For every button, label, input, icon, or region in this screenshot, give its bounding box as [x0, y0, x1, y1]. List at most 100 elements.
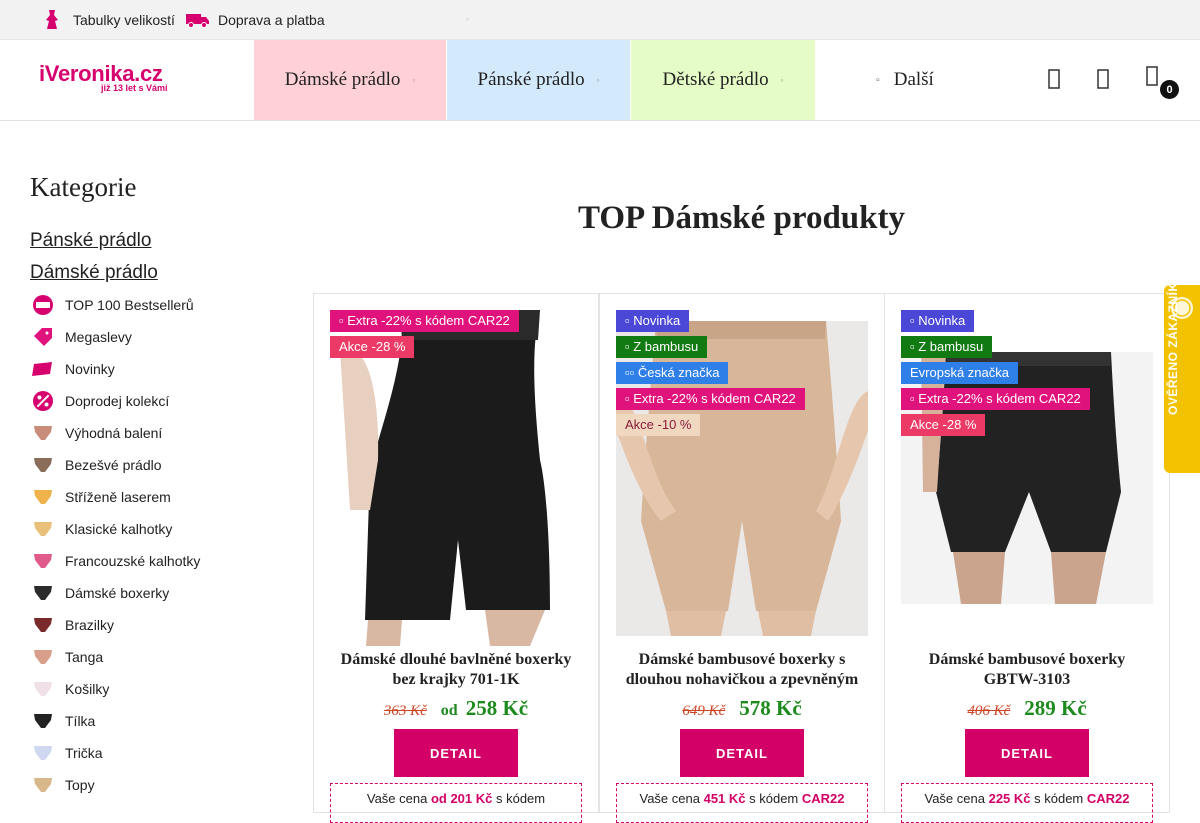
brazilian-icon [30, 614, 55, 636]
top-bar: Tabulky velikostí Doprava a platba ▫ [0, 0, 1200, 40]
nav-men-label: Pánské prádlo [477, 69, 585, 90]
header: iVeronika.cz již 13 let s Vámi Dámské pr… [0, 40, 1200, 121]
new-badge: ▫ Novinka [616, 310, 690, 332]
old-price: 363 Kč [383, 703, 427, 719]
promo-code: CAR22 [801, 791, 845, 806]
category-item[interactable]: Tílka [30, 705, 95, 737]
category-item[interactable]: TOP 100 Bestsellerů [30, 289, 194, 321]
logo-brand: iVeronika.cz [39, 61, 163, 86]
sale-tag-icon [30, 326, 55, 348]
sidebar-link-women[interactable]: Dámské prádlo [30, 262, 158, 284]
more-icon: ▫ [876, 74, 880, 86]
category-label: Klasické kalhotky [65, 521, 173, 537]
verified-label: OVĚŘENO ZÁKAZNÍKY [1166, 273, 1180, 415]
detail-button[interactable]: DETAIL [680, 729, 804, 777]
search-icon[interactable] [1043, 68, 1065, 90]
logo[interactable]: iVeronika.cz již 13 let s Vámi [39, 61, 168, 94]
czech-brand-badge: ▫▫ Česká značka [616, 362, 729, 384]
category-item[interactable]: Francouzské kalhotky [30, 545, 200, 577]
current-price: 578 Kč [739, 696, 802, 720]
top-icon [30, 294, 55, 316]
promo-price: 225 Kč [988, 791, 1031, 806]
french-briefs-icon [30, 550, 55, 572]
nav-kids[interactable]: Dětské prádlo ▫ [631, 40, 815, 120]
slip-icon [30, 678, 55, 700]
promo-suffix: s kódem [1030, 791, 1087, 806]
boxers-icon [30, 582, 55, 604]
category-item[interactable]: Stříženě laserem [30, 481, 171, 513]
promo-suffix: s kódem [492, 791, 546, 806]
shipping-label: Doprava a platba [218, 12, 325, 28]
nav-women[interactable]: Dámské prádlo ▫ [254, 40, 446, 120]
promo-price: od 201 Kč [430, 791, 493, 806]
category-item[interactable]: Brazilky [30, 609, 114, 641]
crop-top-icon [30, 774, 55, 796]
nav-men[interactable]: Pánské prádlo ▫ [447, 40, 630, 120]
cart-count-badge: 0 [1160, 80, 1179, 99]
promo-price: 451 Kč [703, 791, 746, 806]
price-row: 649 Kč 578 Kč [600, 696, 884, 721]
category-label: Výhodná balení [65, 425, 163, 441]
category-item[interactable]: Megaslevy [30, 321, 132, 353]
category-label: Brazilky [65, 617, 115, 633]
sidebar-title: Kategorie [30, 172, 137, 202]
size-tables-link[interactable]: Tabulky velikostí [40, 0, 175, 40]
product-card[interactable]: ▫ Novinka ▫ Z bambusu ▫▫ Česká značka ▫ … [599, 293, 885, 823]
price-row: 406 Kč 289 Kč [885, 696, 1169, 721]
category-label: Tílka [65, 713, 96, 729]
category-item[interactable]: Bezešvé prádlo [30, 449, 162, 481]
tank-top-icon [30, 710, 55, 732]
product-card[interactable]: ▫ Novinka ▫ Z bambusu Evropská značka ▫ … [884, 293, 1170, 823]
shipping-link[interactable]: Doprava a platba [185, 0, 325, 40]
category-label: TOP 100 Bestsellerů [65, 297, 194, 313]
nav-more[interactable]: ▫ Další [860, 40, 950, 120]
category-item[interactable]: Novinky [30, 353, 115, 385]
sale-badge: Akce -10 % [616, 414, 701, 436]
category-item[interactable]: Trička [30, 737, 103, 769]
user-icon[interactable] [1092, 68, 1114, 90]
cart-icon[interactable] [1141, 65, 1163, 87]
category-item[interactable]: Košilky [30, 673, 109, 705]
badge-list: ▫ Novinka ▫ Z bambusu ▫▫ Česká značka ▫ … [616, 310, 805, 440]
product-name[interactable]: Dámské bambusové boxerky s dlouhou nohav… [616, 650, 868, 690]
topbar-dot-icon: ▫ [466, 15, 469, 24]
detail-button[interactable]: DETAIL [394, 729, 518, 777]
thong-icon [30, 646, 55, 668]
category-item[interactable]: Dámské boxerky [30, 577, 169, 609]
product-card[interactable]: ▫ Extra -22% s kódem CAR22 Akce -28 % Dá… [313, 293, 599, 823]
category-item[interactable]: Topy [30, 769, 95, 801]
verified-reviews-widget[interactable]: OVĚŘENO ZÁKAZNÍKY [1164, 273, 1200, 473]
category-label: Dámské boxerky [65, 585, 170, 601]
category-label: Tanga [65, 649, 104, 665]
product-name[interactable]: Dámské dlouhé bavlněné boxerky bez krajk… [330, 650, 582, 690]
tshirt-icon [30, 742, 55, 764]
category-label: Megaslevy [65, 329, 132, 345]
truck-icon [185, 10, 211, 30]
extra-discount-badge: ▫ Extra -22% s kódem CAR22 [616, 388, 805, 410]
category-item[interactable]: Doprodej kolekcí [30, 385, 169, 417]
promo-box: Vaše cena od 201 Kč s kódem [330, 783, 582, 823]
old-price: 649 Kč [682, 703, 726, 719]
size-tables-label: Tabulky velikostí [73, 12, 175, 28]
promo-prefix: Vaše cena [639, 791, 704, 806]
bamboo-badge: ▫ Z bambusu [901, 336, 993, 358]
price-from: od [440, 702, 458, 719]
badge-list: ▫ Extra -22% s kódem CAR22 Akce -28 % [330, 310, 519, 362]
pack-icon [30, 422, 55, 444]
category-label: Novinky [65, 361, 115, 377]
product-name[interactable]: Dámské bambusové boxerky GBTW-3103 [901, 650, 1153, 690]
sidebar-link-men[interactable]: Pánské prádlo [30, 230, 151, 252]
chevron-down-icon: ▫ [596, 75, 600, 85]
category-label: Topy [65, 777, 95, 793]
category-item[interactable]: Klasické kalhotky [30, 513, 172, 545]
nav-more-label: Další [893, 69, 934, 90]
category-label: Košilky [65, 681, 110, 697]
detail-button[interactable]: DETAIL [965, 729, 1089, 777]
promo-box: Vaše cena 451 Kč s kódem CAR22 [616, 783, 868, 823]
category-item[interactable]: Tanga [30, 641, 103, 673]
nav-kids-label: Dětské prádlo [662, 69, 769, 90]
category-item[interactable]: Výhodná balení [30, 417, 162, 449]
new-tag-icon [30, 358, 55, 380]
category-label: Doprodej kolekcí [65, 393, 170, 409]
logo-tagline: již 13 let s Vámi [101, 83, 168, 93]
